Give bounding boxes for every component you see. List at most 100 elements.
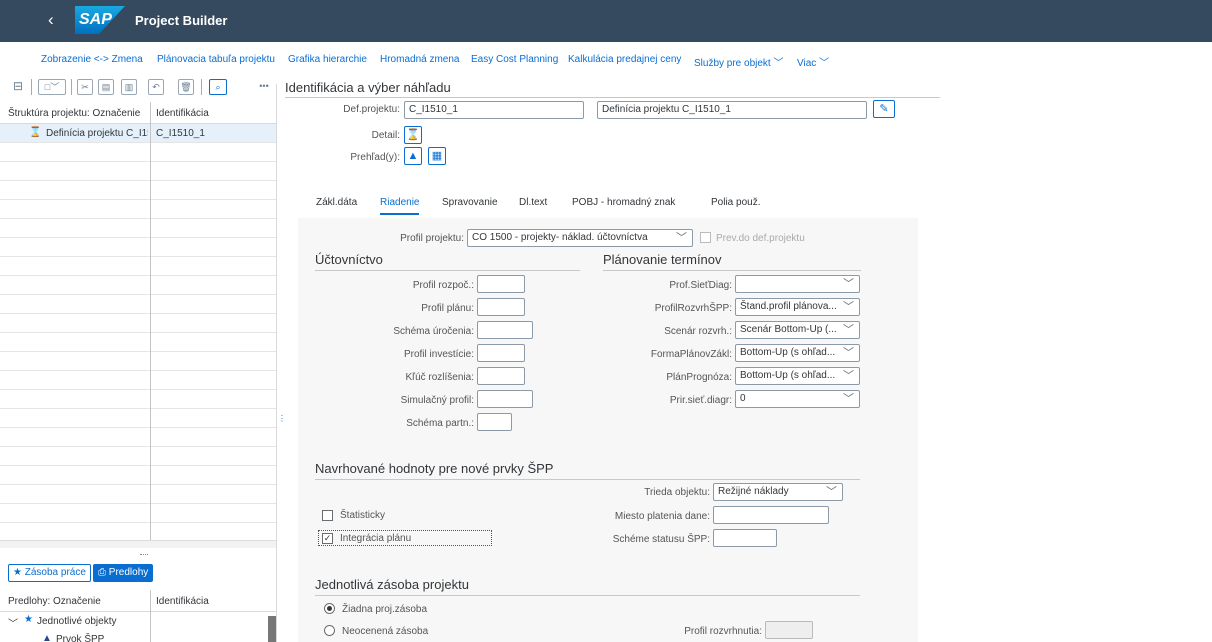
project-structure-tree: Štruktúra projektu: Označenie Identifiká… [0,102,276,542]
divider [315,270,580,271]
results-analysis-key-label: Kľúč rozlíšenia: [405,372,474,383]
delete-icon[interactable]: 🗑 [178,79,194,95]
non-valuated-stock-label: Neocenená zásoba [342,626,429,637]
def-project-input[interactable]: C_I1510_1 [404,101,584,119]
divider [285,97,940,98]
hourglass-icon[interactable]: ⌛ [404,126,422,144]
chevron-down-icon: ﹀ [843,393,854,405]
menu-mass-change[interactable]: Hromadná zmena [380,54,459,65]
results-analysis-key-input[interactable] [477,367,525,385]
tab-basic-data[interactable]: Zákl.dáta [316,197,357,208]
project-stock-section-title: Jednotlivá zásoba projektu [315,577,469,592]
chevron-down-icon: ﹀ [843,278,854,290]
more-icon[interactable]: ••• [256,79,272,95]
non-valuated-stock-radio[interactable] [324,625,335,636]
menu-services-for-object[interactable]: Služby pre objekt ﹀ [694,54,784,69]
wbs-status-profile-label: Schéme statusu ŠPP: [612,534,710,545]
undo-icon[interactable]: ↶ [148,79,164,95]
object-class-select[interactable]: Režijné náklady ﹀ [713,483,843,501]
tree-node-single-objects[interactable]: ﹀ ★ Jednotlivé objekty [0,613,276,631]
menu-sales-pricing[interactable]: Kalkulácia predajnej ceny [568,54,681,65]
separator [31,79,32,95]
search-icon[interactable]: ⌕ [209,79,227,95]
table-row [0,466,276,485]
menu-bar: Zobrazenie <-> Zmena Plánovacia tabuľa p… [0,42,1212,74]
simulation-profile-input[interactable] [477,390,533,408]
tab-control[interactable]: Riadenie [380,197,420,215]
transfer-to-def-checkbox[interactable] [700,232,711,243]
explosion-profile-label: Profil rozvrhnutia: [684,626,762,637]
separator [71,79,72,95]
explosion-profile-input[interactable] [765,621,813,639]
integrated-planning-checkbox[interactable]: ✓ [322,533,333,544]
table-row [0,200,276,219]
tab-administration[interactable]: Spravovanie [442,197,498,208]
tax-jurisdiction-input[interactable] [713,506,829,524]
no-stock-label: Žiadna proj.zásoba [342,604,428,615]
edit-icon[interactable]: ✎ [873,100,895,118]
table-row [0,257,276,276]
tree-row-id: C_I1510_1 [156,128,205,139]
statistical-checkbox[interactable] [322,510,333,521]
tree-node-wbs-element[interactable]: ▲ Prvok ŠPP [0,631,276,642]
table-row [0,181,276,200]
wbs-status-profile-input[interactable] [713,529,777,547]
wbs-scheduling-profile-select[interactable]: Štand.profil plánova... ﹀ [735,298,860,316]
scheduling-scenario-select[interactable]: Scenár Bottom-Up (... ﹀ [735,321,860,339]
templates-button[interactable]: ⎙ Predlohy [93,564,154,582]
worklist-button[interactable]: ★ Zásoba práce [8,564,91,582]
investment-profile-input[interactable] [477,344,525,362]
menu-hierarchy-graphic[interactable]: Grafika hierarchie [288,54,367,65]
tree-col-label: Štruktúra projektu: Označenie [8,108,141,119]
interest-profile-input[interactable] [477,321,533,339]
project-profile-select[interactable]: CO 1500 - projekty- náklad. účtovníctva ﹀ [467,229,693,247]
templates-col-id: Identifikácia [156,596,209,607]
paste-icon[interactable]: ▥ [121,79,137,95]
new-dropdown-icon[interactable]: □﹀ [38,79,66,95]
divider [603,270,861,271]
plan-profile-input[interactable] [477,298,525,316]
menu-more[interactable]: Viac ﹀ [797,54,829,69]
collapse-icon[interactable]: ⊟ [8,79,28,95]
wbs-scheduling-profile-label: ProfilRozvrhŠPP: [654,303,732,314]
sap-logo[interactable]: SAP [75,6,125,34]
project-definition-icon: ⌛ [29,127,42,138]
tab-long-text[interactable]: Dl.text [519,197,547,208]
partner-schema-input[interactable] [477,413,512,431]
triangle-icon[interactable]: ▲ [404,147,422,165]
basic-scheduling-form-select[interactable]: Bottom-Up (s ohľad... ﹀ [735,344,860,362]
menu-display-change[interactable]: Zobrazenie <-> Zmena [41,54,143,65]
table-icon[interactable]: ▦ [428,147,446,165]
tree-row-label: Definícia projektu C_I15 [46,128,148,139]
pane-splitter[interactable]: ⋮ [276,84,286,642]
scheduling-scenario-label: Scenár rozvrh.: [664,326,732,337]
table-row [0,276,276,295]
back-icon[interactable]: ‹ [48,9,54,31]
forecast-plan-select[interactable]: Bottom-Up (s ohľad... ﹀ [735,367,860,385]
cut-icon[interactable]: ✂ [77,79,93,95]
scrollbar-thumb[interactable] [268,616,276,642]
chevron-down-icon: ﹀ [843,347,854,359]
node-label: Jednotlivé objekty [37,616,117,627]
simulation-profile-label: Simulačný profil: [400,395,474,406]
network-assignment-select[interactable]: 0 ﹀ [735,390,860,408]
network-profile-select[interactable]: ﹀ [735,275,860,293]
copy-icon[interactable]: ▤ [98,79,114,95]
chevron-down-icon: ﹀ [819,58,830,69]
def-project-description[interactable]: Definícia projektu C_I1510_1 [597,101,867,119]
budget-profile-input[interactable] [477,275,525,293]
resize-handle[interactable] [140,554,148,557]
table-row [0,447,276,466]
overview-label: Prehľad(y): [350,152,400,163]
tab-user-fields[interactable]: Polia použ. [711,197,760,208]
tree-row-project-definition[interactable]: ⌛ Definícia projektu C_I15 C_I1510_1 [0,124,276,143]
chevron-down-icon[interactable]: ﹀ [8,615,18,630]
table-row [0,390,276,409]
no-stock-radio[interactable] [324,603,335,614]
drag-handle-icon[interactable]: ⋮ [278,414,286,423]
tab-mass-attribute[interactable]: POBJ - hromadný znak [572,197,675,208]
menu-planning-board[interactable]: Plánovacia tabuľa projektu [157,54,275,65]
tree-scrollbar[interactable] [0,540,276,548]
menu-easy-cost-planning[interactable]: Easy Cost Planning [471,54,558,65]
table-row [0,295,276,314]
